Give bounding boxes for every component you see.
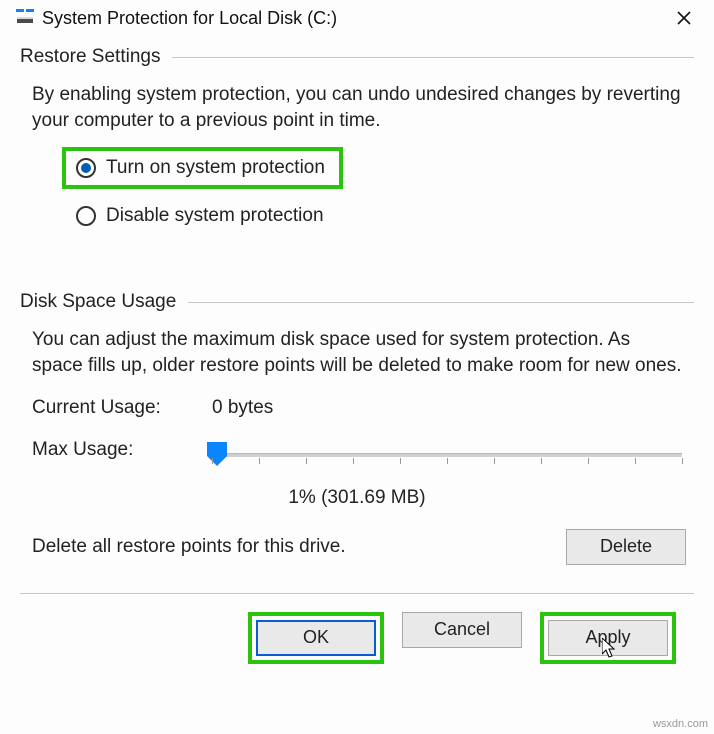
restore-description: By enabling system protection, you can u…: [20, 82, 694, 147]
radio-label-off: Disable system protection: [106, 205, 324, 227]
max-usage-label: Max Usage:: [32, 439, 212, 461]
radio-turn-on[interactable]: Turn on system protection: [76, 157, 325, 179]
disk-description: You can adjust the maximum disk space us…: [20, 327, 694, 392]
watermark: wsxdn.com: [653, 718, 708, 730]
cancel-button[interactable]: Cancel: [402, 612, 522, 648]
divider: [172, 57, 694, 58]
window-title: System Protection for Local Disk (C:): [42, 8, 664, 29]
close-icon: [676, 10, 692, 26]
close-button[interactable]: [664, 3, 704, 33]
group-header: Disk Space Usage: [20, 291, 694, 313]
radio-icon: [76, 206, 96, 226]
titlebar: System Protection for Local Disk (C:): [0, 0, 714, 38]
slider-ticks: [212, 458, 682, 466]
delete-label: Delete all restore points for this drive…: [32, 536, 346, 558]
delete-button-label: Delete: [600, 536, 652, 557]
current-usage-label: Current Usage:: [32, 397, 212, 419]
radio-label-on: Turn on system protection: [106, 157, 325, 179]
group-header: Restore Settings: [20, 46, 694, 68]
ok-button[interactable]: OK: [256, 620, 376, 656]
highlight-box: Turn on system protection: [62, 147, 343, 189]
disk-space-group: Disk Space Usage You can adjust the maxi…: [20, 291, 694, 564]
disk-space-title: Disk Space Usage: [20, 291, 176, 313]
dialog-footer: OK Cancel Apply: [20, 612, 694, 664]
ok-button-label: OK: [303, 627, 329, 648]
divider: [20, 593, 694, 594]
radio-disable[interactable]: Disable system protection: [72, 199, 694, 233]
apply-button[interactable]: Apply: [548, 620, 668, 656]
current-usage-row: Current Usage: 0 bytes: [20, 393, 694, 423]
cancel-button-label: Cancel: [434, 619, 490, 640]
highlight-box: OK: [248, 612, 384, 664]
restore-settings-group: Restore Settings By enabling system prot…: [20, 46, 694, 233]
current-usage-value: 0 bytes: [212, 397, 273, 419]
apply-button-label: Apply: [585, 627, 630, 648]
restore-settings-title: Restore Settings: [20, 46, 160, 68]
drive-icon: [16, 9, 34, 27]
max-usage-row: Max Usage:: [20, 439, 694, 469]
divider: [188, 302, 694, 303]
max-usage-slider[interactable]: [212, 453, 682, 457]
dialog-content: Restore Settings By enabling system prot…: [0, 38, 714, 664]
delete-row: Delete all restore points for this drive…: [20, 517, 694, 565]
delete-button[interactable]: Delete: [566, 529, 686, 565]
slider-value-label: 1% (301.69 MB): [20, 487, 694, 509]
radio-icon: [76, 158, 96, 178]
highlight-box: Apply: [540, 612, 676, 664]
